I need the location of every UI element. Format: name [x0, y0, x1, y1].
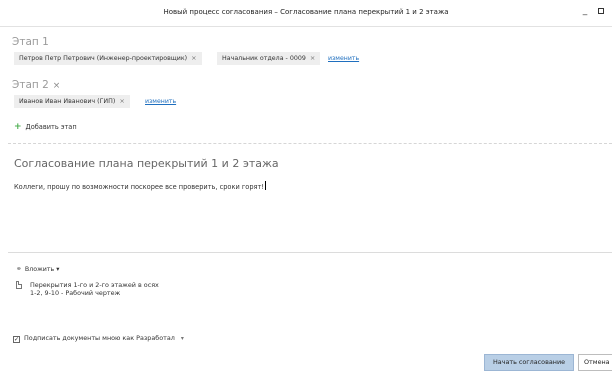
sign-role-value: Разработал: [136, 334, 175, 342]
divider: [8, 252, 612, 253]
remove-participant-icon[interactable]: ×: [310, 54, 315, 62]
participant-tag: Петров Петр Петрович (Инженер-проектиров…: [14, 52, 202, 65]
document-details: 1-2, 9-10 - Рабочий чертеж: [30, 289, 121, 297]
cancel-button[interactable]: Отмена: [578, 354, 612, 371]
paperclip-icon: ⚭: [16, 265, 22, 273]
window-title: Новый процесс согласования – Согласовани…: [163, 8, 449, 16]
start-approval-button[interactable]: Начать согласование: [484, 354, 574, 371]
sign-label: Подписать документы мною как: [24, 334, 135, 342]
document-icon: [16, 281, 22, 289]
stage-2-change-link[interactable]: изменить: [145, 98, 176, 105]
plus-icon: +: [14, 122, 22, 132]
remove-participant-icon[interactable]: ×: [191, 54, 196, 62]
chevron-down-icon: ▾: [56, 266, 60, 273]
add-stage-label: Добавить этап: [25, 123, 77, 131]
stage-2-title: Этап 2 ×: [12, 79, 60, 91]
stage-1-change-link[interactable]: изменить: [328, 55, 359, 62]
divider: [8, 143, 612, 144]
subject-input[interactable]: Согласование плана перекрытий 1 и 2 этаж…: [14, 157, 279, 170]
maximize-icon: [598, 8, 604, 14]
attach-label: Вложить: [24, 266, 55, 273]
remove-participant-icon[interactable]: ×: [119, 97, 124, 105]
sign-checkbox[interactable]: ✓: [13, 336, 20, 343]
minimize-button[interactable]: _: [580, 6, 590, 16]
message-text: Коллеги, прошу по возможности поскорее в…: [14, 183, 264, 191]
stage-1-title: Этап 1: [12, 36, 49, 48]
document-name: Перекрытия 1-го и 2-го этажей в осях: [30, 281, 159, 289]
add-stage-button[interactable]: + Добавить этап: [14, 122, 77, 132]
participant-name: Начальник отдела - 0009: [222, 55, 306, 62]
stage-2-title-text: Этап 2: [12, 79, 49, 91]
text-cursor: [264, 181, 266, 190]
participant-tag: Иванов Иван Иванович (ГИП) ×: [14, 95, 130, 108]
participant-name: Петров Петр Петрович (Инженер-проектиров…: [19, 55, 188, 62]
sign-role-select[interactable]: Разработал ▾: [136, 334, 184, 342]
message-textarea[interactable]: Коллеги, прошу по возможности поскорее в…: [14, 181, 266, 191]
remove-stage-icon[interactable]: ×: [53, 81, 61, 91]
title-bar: Новый процесс согласования – Согласовани…: [0, 0, 612, 27]
sign-documents-row: ✓ Подписать документы мною как Разработал…: [13, 334, 184, 343]
chevron-down-icon: ▾: [180, 335, 184, 342]
attach-button[interactable]: ⚭ Вложить ▾: [16, 265, 59, 273]
maximize-button[interactable]: [596, 6, 606, 16]
participant-tag: Начальник отдела - 0009 ×: [217, 52, 321, 65]
participant-name: Иванов Иван Иванович (ГИП): [19, 98, 116, 105]
